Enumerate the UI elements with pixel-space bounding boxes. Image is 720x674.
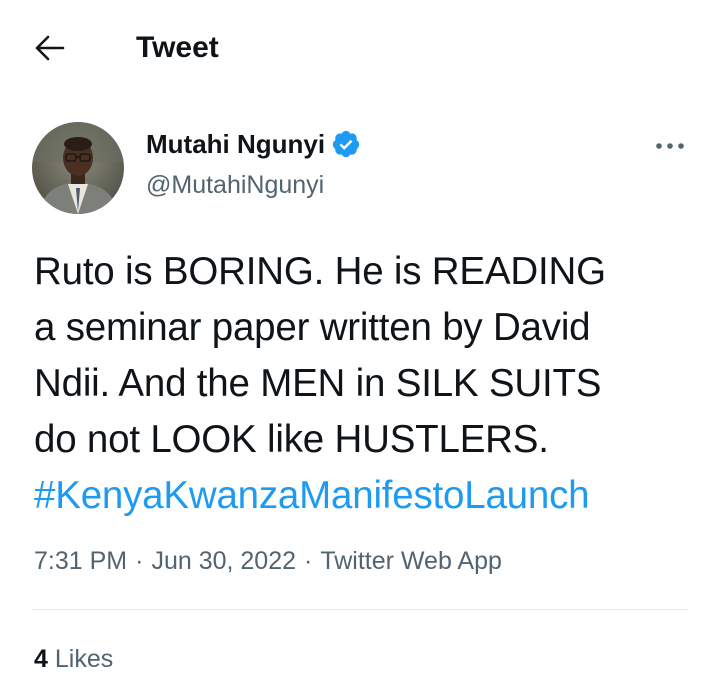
- meta-separator: ·: [304, 547, 313, 575]
- hashtag-link[interactable]: #KenyaKwanzaManifestoLaunch: [34, 468, 694, 524]
- tweet-text: Ruto is BORING. He is READING a seminar …: [34, 244, 694, 524]
- tweet-text-line: a seminar paper written by David: [34, 306, 591, 349]
- back-button[interactable]: [28, 28, 72, 68]
- divider: [32, 609, 688, 610]
- tweet-metadata: 7:31 PM · Jun 30, 2022 · Twitter Web App: [34, 544, 502, 578]
- page-title: Tweet: [136, 31, 219, 64]
- author-name-link[interactable]: Mutahi Ngunyi: [146, 128, 361, 160]
- profile-photo-image: [32, 122, 124, 214]
- tweet-source[interactable]: Twitter Web App: [320, 547, 502, 575]
- meta-separator: ·: [135, 547, 144, 575]
- more-horizontal-icon: [656, 143, 684, 149]
- avatar[interactable]: [32, 122, 124, 214]
- tweet-text-line: Ruto is BORING. He is READING: [34, 250, 606, 293]
- more-options-button[interactable]: [650, 130, 690, 162]
- author-handle[interactable]: @MutahiNgunyi: [146, 170, 324, 200]
- tweet-date[interactable]: Jun 30, 2022: [151, 547, 296, 575]
- tweet-text-line: Ndii. And the MEN in SILK SUITS: [34, 362, 602, 405]
- likes-count: 4: [34, 645, 48, 673]
- tweet-time[interactable]: 7:31 PM: [34, 547, 127, 575]
- tweet-text-line: do not LOOK like HUSTLERS.: [34, 418, 549, 461]
- likes-label: Likes: [54, 645, 114, 673]
- tweet-header: Tweet: [0, 0, 720, 100]
- arrow-left-icon: [35, 35, 65, 61]
- verified-badge-icon: [331, 129, 361, 159]
- likes-stat[interactable]: 4 Likes: [34, 644, 113, 674]
- author-name: Mutahi Ngunyi: [146, 129, 326, 159]
